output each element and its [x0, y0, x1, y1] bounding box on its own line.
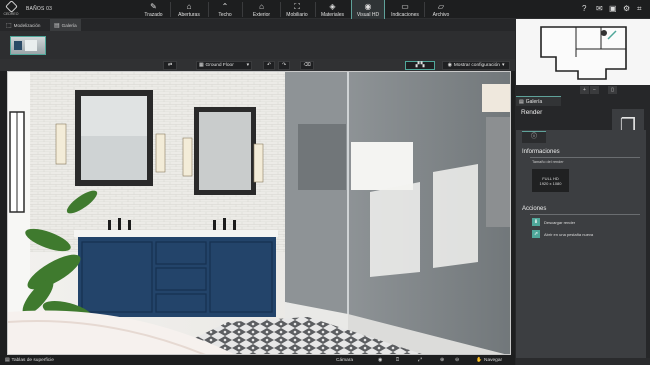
eraser-button[interactable]: ⌫: [300, 61, 314, 70]
actions-section-title: Acciones: [522, 206, 547, 212]
gallery-icon: ▤: [519, 98, 524, 105]
visibility-button[interactable]: ◉: [378, 356, 382, 364]
2d-3d-icon: ▞ ▚: [415, 63, 425, 68]
download-icon: ⬇: [532, 218, 540, 226]
hand-icon: ✋: [476, 357, 482, 363]
tool-visual-hd[interactable]: ◉ Visual HD: [351, 0, 385, 20]
folder-icon: ▱: [437, 1, 445, 11]
pencil-icon: ✎: [150, 1, 157, 11]
tool-trazado[interactable]: ✎ Trazado: [140, 0, 167, 19]
tool-techo[interactable]: ⌃ Techo: [212, 0, 238, 19]
floor-plan-drawing: [516, 19, 650, 85]
divider: [530, 214, 640, 215]
undo-icon: ↶: [266, 63, 272, 68]
project-name: BAÑOS 03: [26, 6, 53, 12]
level-select[interactable]: ▦ Ground Floor ▾: [196, 61, 252, 70]
render-size-label: Tamaño del render: [532, 160, 564, 164]
external-link-icon: ⇗: [532, 230, 540, 238]
render-thumbnail[interactable]: [10, 36, 46, 55]
view-mode-toggle[interactable]: ▞ ▚: [405, 61, 435, 70]
roof-icon: ⌃: [221, 1, 229, 11]
minimap-tools: + − ▯: [580, 86, 617, 94]
camera-icon: ⌼: [396, 358, 399, 363]
render-image: [7, 71, 511, 355]
zoom-in-icon: ⊕: [440, 357, 445, 363]
navigate-button[interactable]: ✋ Navegar: [476, 356, 502, 364]
surface-tables-button[interactable]: ▤ Tablas de superficie: [5, 356, 54, 364]
bathroom-render-illustration: [8, 72, 510, 354]
delete-icon[interactable]: ▯: [608, 86, 617, 94]
top-toolbar: CEDREO BAÑOS 03 ✎ Trazado ⌂ Aberturas ⌃ Tec…: [0, 0, 650, 20]
camera-capture-button[interactable]: ⌼: [396, 356, 399, 364]
download-render-button[interactable]: ⬇ Descargar render: [532, 218, 575, 226]
render-quality-badge: FULL HD 1920 x 1080: [532, 169, 569, 192]
eye-icon: ◉: [447, 63, 452, 68]
panel-tab-galeria[interactable]: ▤ Galería: [516, 96, 561, 106]
save-icon[interactable]: ▣: [609, 4, 617, 14]
tool-archivo[interactable]: ▱ Archivo: [428, 0, 454, 19]
render-thumbnail-strip: [0, 31, 515, 59]
panel-body: [516, 130, 646, 358]
tool-aberturas[interactable]: ⌂ Aberturas: [173, 0, 205, 19]
logo-mark-icon: [4, 0, 18, 13]
zoom-in-button[interactable]: ⊕: [440, 356, 444, 364]
info-tab[interactable]: ⓘ: [522, 131, 546, 143]
bottom-toolbar: ▤ Tablas de superficie Cámara ◉ ⌼ ⤢ ⊕ ⊖ ✋…: [0, 355, 515, 365]
view-tabs-bar: ⬚ Modelización ▤ Galería: [0, 19, 515, 31]
eye-icon: ◉: [378, 357, 383, 363]
cedreo-logo[interactable]: CEDREO: [3, 0, 19, 18]
house-icon: ⌂: [259, 1, 264, 11]
view-toolbar: [0, 59, 515, 71]
divider: [530, 157, 640, 158]
redo-icon: ↷: [281, 63, 287, 68]
tool-mobiliario[interactable]: ⛶ Mobiliario: [283, 0, 311, 19]
expand-icon: ⤢: [418, 358, 422, 363]
tool-exterior[interactable]: ⌂ Exterior: [247, 0, 276, 19]
zoom-out-icon: ⊖: [455, 357, 460, 363]
cube-icon: ⬚: [6, 22, 12, 29]
table-icon: ▤: [5, 357, 10, 363]
panel-footer: [516, 358, 650, 365]
app-window: CEDREO BAÑOS 03 ✎ Trazado ⌂ Aberturas ⌃ Tec…: [0, 0, 650, 365]
undo-button[interactable]: ↶: [263, 61, 275, 70]
camera-button[interactable]: Cámara: [336, 356, 353, 364]
swap-icon: ⇄: [167, 63, 173, 68]
tool-materiales[interactable]: ◈ Materiales: [318, 0, 347, 19]
fit-view-button[interactable]: ⤢: [418, 356, 422, 364]
chevron-down-icon: ▾: [246, 63, 249, 68]
grid-icon[interactable]: ⌗: [637, 4, 642, 14]
door-icon: ⌂: [186, 1, 192, 11]
chevron-down-icon: ▾: [501, 63, 505, 68]
info-icon: ⓘ: [530, 134, 537, 140]
settings-icon[interactable]: ⚙: [623, 4, 630, 14]
redo-button[interactable]: ↷: [278, 61, 290, 70]
floor-plan-minimap[interactable]: [516, 19, 650, 85]
open-new-tab-button[interactable]: ⇗ Abrir en una pestaña nueva: [532, 230, 593, 238]
zoom-out-button[interactable]: ⊖: [455, 356, 459, 364]
info-section-title: Informaciones: [522, 149, 560, 155]
tab-galeria[interactable]: ▤ Galería: [50, 19, 81, 31]
gallery-icon: ▤: [54, 22, 60, 29]
help-icon[interactable]: ?: [582, 4, 586, 14]
sofa-icon: ⛶: [294, 1, 300, 11]
eraser-icon: ⌫: [303, 63, 311, 68]
display-settings-button[interactable]: ◉ Mostrar configuración ▾: [442, 61, 510, 70]
zoom-in-icon[interactable]: +: [580, 86, 589, 94]
panel-title: Render: [521, 109, 543, 116]
paint-bucket-icon: ◈: [329, 1, 336, 11]
tab-modelizacion[interactable]: ⬚ Modelización: [2, 19, 44, 31]
tool-indicaciones[interactable]: ▭ Indicaciones: [389, 0, 421, 19]
swap-view-button[interactable]: ⇄: [163, 61, 177, 70]
zoom-out-icon[interactable]: −: [590, 86, 599, 94]
logo-text: CEDREO: [3, 12, 19, 16]
chat-icon: ▭: [401, 1, 409, 11]
camera-icon: ◉: [364, 1, 372, 11]
floor-icon: ▦: [199, 63, 204, 68]
feedback-icon[interactable]: ✉: [596, 4, 603, 14]
